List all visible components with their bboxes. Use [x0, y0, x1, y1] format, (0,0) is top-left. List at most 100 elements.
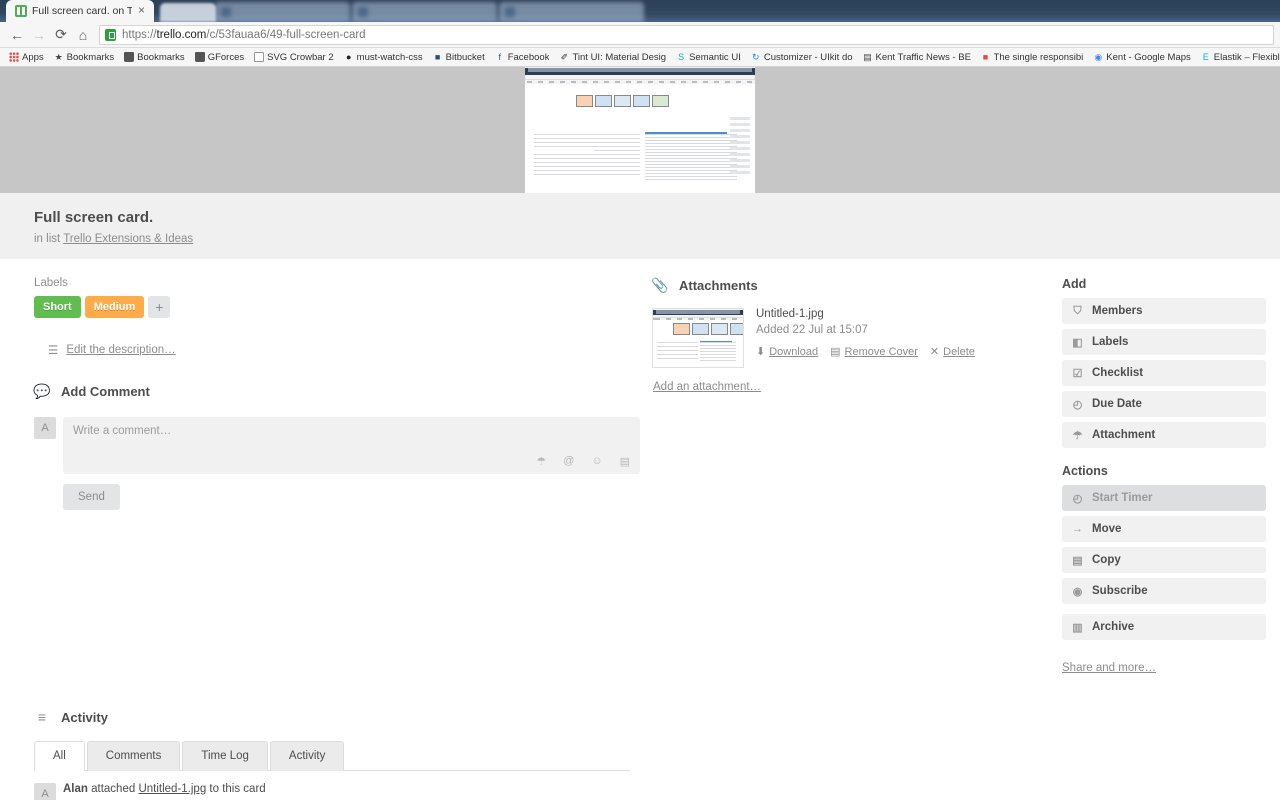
clock-icon: ◴ [1072, 492, 1083, 505]
label-chip[interactable]: Medium [84, 296, 145, 318]
bookmark-label: Bitbucket [445, 51, 485, 63]
bookmark-label: SVG Crowbar 2 [267, 51, 334, 63]
bookmark-item[interactable]: ✐ Tint UI: Material Desig [554, 52, 671, 63]
tab-all[interactable]: All [34, 741, 85, 771]
label-chip[interactable]: Short [34, 296, 81, 318]
bookmark-item[interactable]: ★ Bookmarks [49, 52, 120, 63]
activity-actor: Alan [63, 783, 88, 795]
sidebar-button-attachment[interactable]: ☂ Attachment [1062, 422, 1266, 448]
secure-lock-icon [105, 28, 116, 41]
bookmark-item[interactable]: ↻ Customizer - UIkit do [746, 52, 858, 63]
edit-description-row[interactable]: ☰ Edit the description… [34, 343, 640, 357]
bookmark-item[interactable]: ● must-watch-css [339, 52, 428, 63]
bookmark-item[interactable]: ▤ Kent Traffic News - BE [858, 52, 976, 63]
back-icon[interactable]: ← [6, 24, 28, 46]
comment-input[interactable]: Write a comment… ☂ @ ☺ ▤ [63, 417, 640, 474]
edit-description-link[interactable]: Edit the description… [66, 344, 175, 356]
star-icon: ★ [54, 51, 63, 62]
forward-icon[interactable]: → [28, 24, 50, 46]
background-tab[interactable] [352, 2, 497, 22]
activity-entry: A Alan attached Untitled-1.jpg to this c… [34, 783, 640, 800]
home-icon[interactable]: ⌂ [72, 24, 94, 46]
sidebar-button-label: Start Timer [1092, 492, 1153, 504]
bookmark-item[interactable]: ■ The single responsibi [976, 52, 1089, 63]
labels-heading: Labels [34, 277, 68, 289]
action-label: Delete [943, 345, 975, 358]
sidebar-button-checklist[interactable]: ☑ Checklist [1062, 360, 1266, 386]
activity-suffix: to this card [209, 783, 266, 795]
list-link[interactable]: Trello Extensions & Ideas [63, 233, 193, 245]
avatar: A [34, 783, 56, 800]
remove-cover-action[interactable]: ▤ Remove Cover [830, 345, 918, 359]
add-comment-title: Add Comment [61, 384, 150, 399]
sidebar-button-archive[interactable]: ▥ Archive [1062, 614, 1266, 640]
eye-icon: ◉ [1072, 585, 1083, 598]
attachment-item: Untitled-1.jpg Added 22 Jul at 15:07 ⬇ Do… [652, 308, 1050, 368]
sidebar-button-label: Copy [1092, 554, 1121, 566]
add-label-button[interactable]: + [148, 296, 171, 318]
background-tab[interactable] [499, 2, 644, 22]
bookmark-item[interactable]: GForces [190, 52, 249, 63]
tab-activity[interactable]: Activity [269, 741, 345, 771]
sidebar-button-due-date[interactable]: ◴ Due Date [1062, 391, 1266, 417]
attachment-thumbnail-content [653, 309, 743, 367]
bookmark-item[interactable]: Apps [4, 52, 49, 63]
bookmark-item[interactable]: f Facebook [490, 52, 555, 63]
background-tab[interactable] [160, 3, 216, 22]
reload-icon[interactable]: ⟳ [50, 24, 72, 46]
trello-card-page: Full screen card. in list Trello Extensi… [0, 67, 1280, 800]
tab-favicon [505, 7, 515, 17]
bookmark-label: The single responsibi [993, 51, 1084, 63]
sidebar-button-start-timer[interactable]: ◴ Start Timer [1062, 485, 1266, 511]
tab-comments[interactable]: Comments [86, 741, 181, 771]
active-tab[interactable]: Full screen card. on Trello × [6, 0, 154, 22]
bookmark-item[interactable]: S Semantic UI [671, 52, 746, 63]
attachment-thumbnail[interactable] [652, 308, 744, 368]
action-label: Download [769, 345, 819, 358]
bookmark-label: Kent - Google Maps [1106, 51, 1191, 63]
attachments-title: Attachments [679, 278, 758, 293]
tab-time-log[interactable]: Time Log [182, 741, 268, 771]
bookmark-item[interactable]: Bookmarks [119, 52, 190, 63]
description-icon: ☰ [48, 345, 59, 357]
emoji-icon[interactable]: ☺ [591, 455, 602, 468]
sidebar-button-label: Archive [1092, 621, 1135, 633]
mention-icon[interactable]: @ [563, 455, 574, 468]
send-button[interactable]: Send [63, 484, 120, 510]
sidebar-button-label: Subscribe [1092, 585, 1148, 597]
tab-close-icon[interactable]: × [135, 4, 148, 17]
sidebar-button-label: Checklist [1092, 367, 1144, 379]
card-sidebar: Add ⛉ Members ◧ Labels ☑ Checklist ◴ Due Date ☂ A… [1050, 259, 1280, 676]
cover-image[interactable] [525, 67, 755, 193]
add-attachment-link[interactable]: Add an attachment… [653, 381, 761, 393]
share-and-more-link[interactable]: Share and more… [1062, 662, 1156, 674]
address-bar[interactable]: https://trello.com/c/53fauaa6/49-full-sc… [99, 24, 1274, 45]
sidebar-button-label: Members [1092, 305, 1143, 317]
activity-tabs: All Comments Time Log Activity [34, 741, 630, 771]
url-text: https://trello.com/c/53fauaa6/49-full-sc… [122, 29, 366, 41]
delete-action[interactable]: ✕ Delete [930, 345, 975, 359]
card-icon[interactable]: ▤ [620, 455, 630, 468]
bookmark-label: Apps [22, 51, 44, 63]
sidebar-button-members[interactable]: ⛉ Members [1062, 298, 1266, 324]
sidebar-button-labels[interactable]: ◧ Labels [1062, 329, 1266, 355]
url-domain: trello.com [156, 28, 207, 41]
bookmark-item[interactable]: SVG Crowbar 2 [249, 52, 339, 63]
bookmark-item[interactable]: E Elastik – Flexible [1196, 52, 1280, 63]
activity-target-link[interactable]: Untitled-1.jpg [138, 783, 206, 795]
sidebar-button-subscribe[interactable]: ◉ Subscribe [1062, 578, 1266, 604]
list-icon: ≡ [37, 709, 47, 725]
bookmark-item[interactable]: ■ Bitbucket [428, 52, 490, 63]
attachment-added-date: Added 22 Jul at 15:07 [756, 324, 868, 336]
sidebar-button-move[interactable]: → Move [1062, 516, 1266, 542]
comment-placeholder: Write a comment… [73, 425, 172, 437]
background-tab[interactable] [215, 2, 350, 22]
bookmark-item[interactable]: ◉ Kent - Google Maps [1088, 52, 1196, 63]
download-action[interactable]: ⬇ Download [756, 345, 819, 359]
bitbucket-icon: ■ [434, 51, 441, 62]
tab-favicon [221, 7, 231, 17]
attach-icon[interactable]: ☂ [536, 455, 546, 468]
card-breadcrumb: in list Trello Extensions & Ideas [34, 233, 1280, 245]
bookmark-label: Kent Traffic News - BE [875, 51, 971, 63]
sidebar-button-copy[interactable]: ▤ Copy [1062, 547, 1266, 573]
